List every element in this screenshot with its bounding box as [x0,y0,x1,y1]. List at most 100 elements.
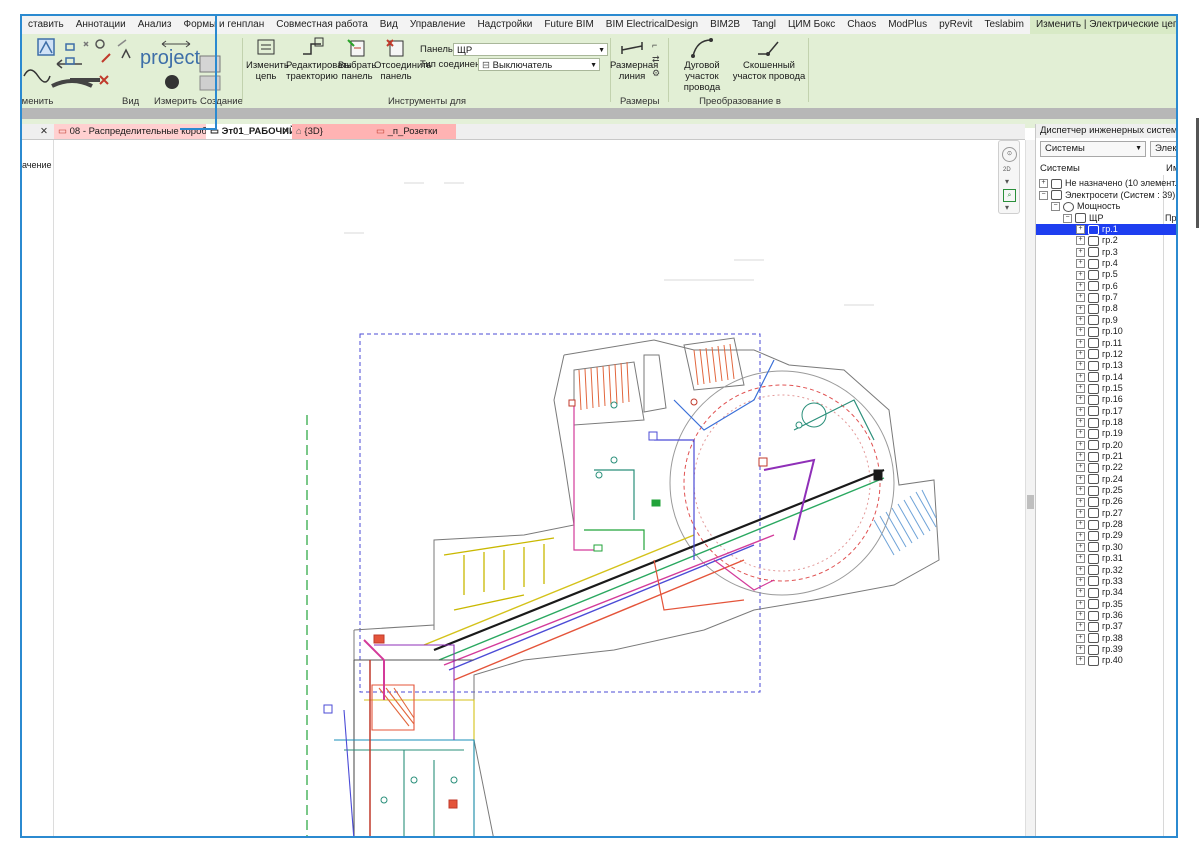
expand-icon[interactable]: + [1076,259,1085,269]
expand-icon[interactable]: + [1076,406,1085,416]
expand-icon[interactable]: + [1076,588,1085,598]
expand-icon[interactable]: + [1076,281,1085,291]
tree-item-circuit[interactable]: + гр.33 [1036,576,1176,587]
tree-item-circuit[interactable]: + гр.7 [1036,292,1176,303]
tree-item-circuit[interactable]: + гр.8 [1036,303,1176,315]
expand-icon[interactable]: + [1076,361,1085,371]
select-panel-button[interactable]: Выбрать панель [338,36,376,82]
steering-wheel-icon[interactable]: ⊙ [1002,147,1017,162]
ribbon-tab[interactable]: Формы и генплан [177,16,270,34]
collapse-icon[interactable]: − [1051,202,1060,212]
expand-icon[interactable]: + [1076,429,1085,439]
expand-icon[interactable]: + [1076,497,1085,507]
ribbon-tab[interactable]: pyRevit [933,16,978,34]
tree-item-circuit[interactable]: + гр.34 [1036,587,1176,598]
tab-distribution-boxes[interactable]: ▭ 08 - Распределительные коробки [54,124,216,139]
expand-icon[interactable]: + [1076,463,1085,473]
expand-icon[interactable]: + [1076,656,1085,666]
tree-item-circuit[interactable]: + гр.30 [1036,542,1176,553]
expand-icon[interactable]: + [1076,418,1085,428]
expand-icon[interactable]: + [1076,440,1085,450]
expand-icon[interactable]: + [1076,508,1085,518]
expand-icon[interactable]: + [1076,452,1085,462]
tab-sockets[interactable]: ▭ _п_Розетки [372,124,456,139]
expand-icon[interactable]: + [1076,645,1085,655]
expand-icon[interactable]: + [1076,611,1085,621]
expand-icon[interactable]: + [1076,554,1085,564]
expand-icon[interactable]: + [1076,576,1085,586]
edit-circuit-button[interactable]: Изменить цепь [246,36,289,82]
dimension-line-button[interactable]: Размерная линия [610,36,658,82]
chevron-down-icon[interactable]: ▾ [1005,203,1009,212]
tree-item-circuit[interactable]: + гр.1 [1036,224,1176,236]
expand-icon[interactable]: + [1076,270,1085,280]
tree-item-circuit[interactable]: + гр.6 [1036,281,1176,292]
tree-item-circuit[interactable]: + гр.3 [1036,247,1176,258]
tree-item-circuit[interactable]: + гр.35 [1036,599,1176,610]
tree-item-circuit[interactable]: + гр.29 [1036,530,1176,542]
discipline-select[interactable]: Элект [1150,141,1176,157]
expand-icon[interactable]: + [1076,531,1085,541]
view-navigation-bar[interactable]: ⊙ 2D ▾ ⌕ ▾ [998,140,1020,214]
tree-item-power[interactable]: − Мощность [1036,201,1176,212]
tree-item-circuit[interactable]: + гр.25 [1036,485,1176,496]
tree-item-circuit[interactable]: + гр.19 [1036,428,1176,439]
expand-icon[interactable]: + [1076,474,1085,484]
ribbon-tab[interactable]: Future BIM [538,16,599,34]
tree-item-circuit[interactable]: + гр.38 [1036,633,1176,644]
panel-select[interactable]: ЩР ▼ [453,43,608,56]
tree-item-circuit[interactable]: + гр.13 [1036,360,1176,371]
tree-item-circuit[interactable]: + гр.39 [1036,644,1176,655]
expand-icon[interactable]: + [1076,247,1085,257]
tree-item-circuit[interactable]: + гр.12 [1036,349,1176,360]
crop-region[interactable] [359,333,761,693]
expand-icon[interactable]: + [1076,520,1085,530]
ribbon-tab[interactable]: Изменить | Электрические цепи [1029,16,1176,34]
ribbon-tab[interactable]: BIM2B [704,16,746,34]
tree-item-circuit[interactable]: + гр.14 [1036,372,1176,383]
expand-icon[interactable]: + [1039,179,1048,189]
expand-icon[interactable]: + [1076,315,1085,325]
ribbon-tab[interactable]: BIM ElectricalDesign [600,16,704,34]
tree-item-circuit[interactable]: + гр.27 [1036,508,1176,519]
expand-icon[interactable]: + [1076,599,1085,609]
edit-path-button[interactable]: Редактировать траекторию [286,36,352,82]
tree-item-circuit[interactable]: + гр.21 [1036,451,1176,462]
systems-view-select[interactable]: Системы ▼ [1040,141,1146,157]
tree-item-circuit[interactable]: + гр.22 [1036,462,1176,473]
disconnect-panel-button[interactable]: Отсоединить панель [374,36,432,82]
tree-item-circuit[interactable]: + гр.4 [1036,258,1176,269]
expand-icon[interactable]: + [1076,236,1085,246]
ribbon-tab[interactable]: Chaos [841,16,882,34]
tree-item-circuit[interactable]: + гр.10 [1036,326,1176,337]
tree-item-circuit[interactable]: + гр.18 [1036,417,1176,428]
ribbon-tab[interactable]: Teslabim [978,16,1029,34]
tree-item-panel-shr[interactable]: − ЩР Пр [1036,213,1176,224]
ribbon-tab[interactable]: Надстройки [471,16,538,34]
ribbon-tab[interactable]: ЦИМ Бокс [782,16,841,34]
tree-item-circuit[interactable]: + гр.37 [1036,621,1176,632]
expand-icon[interactable]: + [1076,565,1085,575]
ribbon-tab[interactable]: ставить [22,16,70,34]
tree-item-circuit[interactable]: + гр.31 [1036,553,1176,564]
zoom-icon[interactable]: ⌕ [1003,189,1016,202]
tree-item-circuit[interactable]: + гр.5 [1036,269,1176,281]
tree-item-circuit[interactable]: + гр.17 [1036,406,1176,417]
close-icon[interactable]: ✕ [282,124,290,139]
tree-item-circuit[interactable]: + гр.11 [1036,338,1176,349]
chamfer-wire-button[interactable]: Скошенный участок провода [732,36,806,82]
ribbon-tab[interactable]: Вид [374,16,404,34]
ribbon-tab[interactable]: Tangl [746,16,782,34]
expand-icon[interactable]: + [1076,327,1085,337]
arc-wire-button[interactable]: Дуговой участок провода [672,36,732,93]
tree-item-circuit[interactable]: + гр.16 [1036,394,1176,405]
tree-item-unassigned[interactable]: + Не назначено (10 элемент... [1036,178,1176,189]
ribbon-tab[interactable]: Управление [404,16,472,34]
tree-item-circuit[interactable]: + гр.36 [1036,610,1176,621]
tree-item-circuit[interactable]: + гр.40 [1036,655,1176,666]
ribbon-tab[interactable]: ModPlus [882,16,933,34]
tree-item-circuit[interactable]: + гр.24 [1036,474,1176,485]
ribbon-tab[interactable]: Аннотации [70,16,132,34]
dimension-small-icons[interactable]: ⌐ ⇄ ⚙ [652,38,666,82]
expand-icon[interactable]: + [1076,372,1085,382]
